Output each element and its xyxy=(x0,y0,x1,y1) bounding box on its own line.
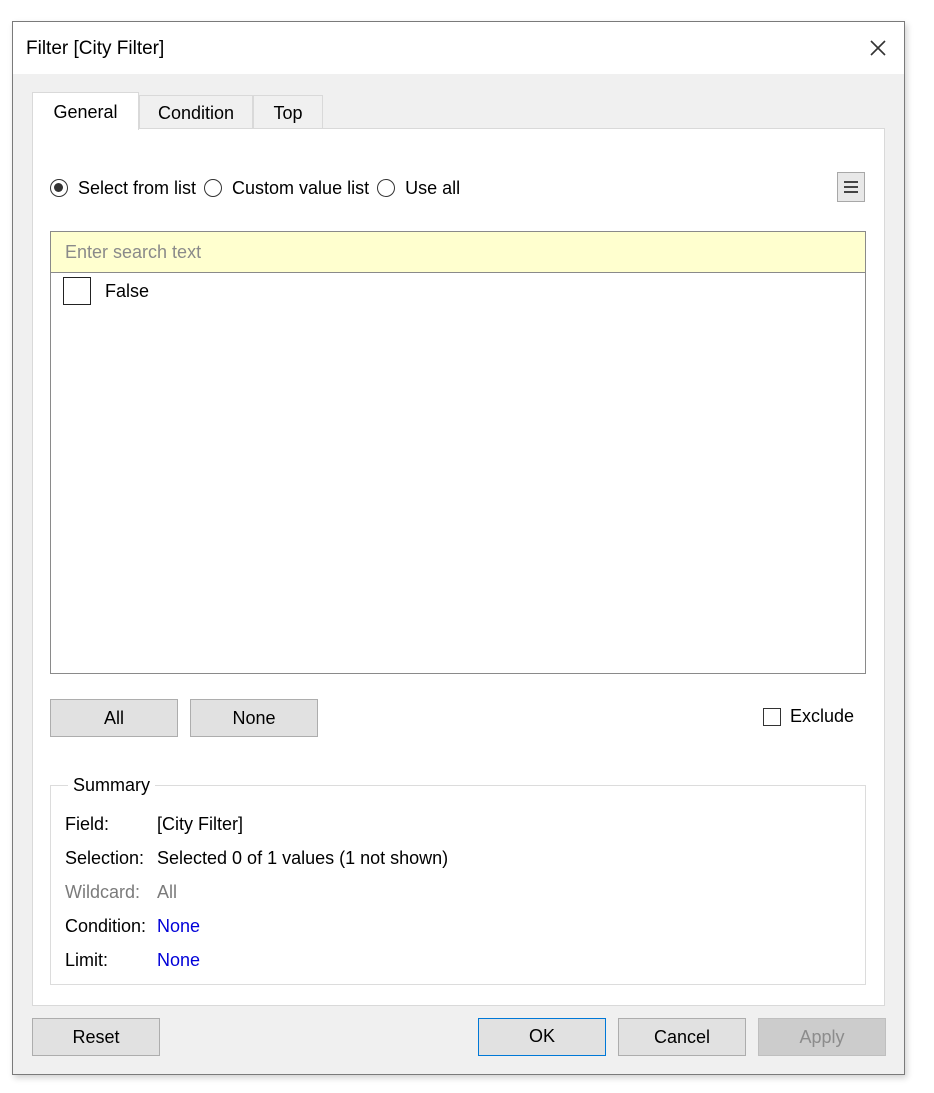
summary-row-condition: Condition: None xyxy=(65,916,200,937)
title-bar: Filter [City Filter] xyxy=(13,22,904,74)
radio-button[interactable] xyxy=(377,179,396,197)
tab-general[interactable]: General xyxy=(32,92,139,130)
general-panel: Select from list Custom value list Use a… xyxy=(32,128,885,1006)
condition-link[interactable]: None xyxy=(157,916,200,937)
exclude-checkbox-row[interactable]: Exclude xyxy=(762,706,854,727)
search-input[interactable] xyxy=(51,232,865,273)
summary-value: Selected 0 of 1 values (1 not shown) xyxy=(157,848,449,868)
hamburger-icon xyxy=(844,181,858,183)
tab-general-label: General xyxy=(53,102,118,122)
summary-key: Wildcard: xyxy=(65,882,141,902)
summary-row-limit: Limit: None xyxy=(65,950,200,971)
radio-button-checked[interactable] xyxy=(50,179,68,197)
radio-select-from-list[interactable]: Select from list xyxy=(50,178,196,199)
tab-top-label: Top xyxy=(273,103,303,123)
exclude-label: Exclude xyxy=(789,706,854,726)
apply-button[interactable]: Apply xyxy=(758,1018,886,1056)
filter-dialog: Filter [City Filter] General Condition T… xyxy=(12,21,905,1075)
summary-key: Selection: xyxy=(65,848,145,868)
tab-condition[interactable]: Condition xyxy=(139,95,253,129)
reset-button[interactable]: Reset xyxy=(32,1018,160,1056)
summary-legend: Summary xyxy=(68,775,156,796)
radio-use-all[interactable]: Use all xyxy=(377,178,460,199)
close-icon[interactable] xyxy=(866,36,890,60)
summary-row-selection: Selection: Selected 0 of 1 values (1 not… xyxy=(65,848,448,869)
list-menu-button[interactable] xyxy=(837,172,865,202)
summary-key: Limit: xyxy=(65,950,109,970)
summary-value: All xyxy=(157,882,178,902)
cancel-button[interactable]: Cancel xyxy=(618,1018,746,1056)
summary-row-wildcard: Wildcard: All xyxy=(65,882,177,903)
list-item-label: False xyxy=(105,280,150,301)
radio-label: Select from list xyxy=(78,177,197,198)
summary-value: [City Filter] xyxy=(157,814,244,834)
radio-custom-value-list[interactable]: Custom value list xyxy=(204,178,369,199)
hamburger-icon-bar xyxy=(844,191,858,193)
mode-radio-group: Select from list Custom value list Use a… xyxy=(50,176,468,200)
summary-key: Field: xyxy=(65,814,110,834)
radio-label: Use all xyxy=(405,177,461,198)
limit-link[interactable]: None xyxy=(157,950,200,971)
tab-top[interactable]: Top xyxy=(253,95,323,129)
all-button[interactable]: All xyxy=(50,699,178,737)
summary-key: Condition: xyxy=(65,916,147,936)
summary-row-field: Field: [City Filter] xyxy=(65,814,243,835)
ok-button[interactable]: OK xyxy=(478,1018,606,1056)
list-item[interactable]: False xyxy=(63,277,149,305)
hamburger-icon-bar xyxy=(844,186,858,188)
dialog-title: Filter [City Filter] xyxy=(26,38,165,59)
exclude-checkbox[interactable] xyxy=(762,707,781,726)
tab-condition-label: Condition xyxy=(157,103,235,123)
none-button[interactable]: None xyxy=(190,699,318,737)
value-listbox: False xyxy=(50,231,866,674)
list-item-checkbox[interactable] xyxy=(63,277,91,305)
radio-label: Custom value list xyxy=(232,177,370,198)
radio-button[interactable] xyxy=(204,179,223,197)
